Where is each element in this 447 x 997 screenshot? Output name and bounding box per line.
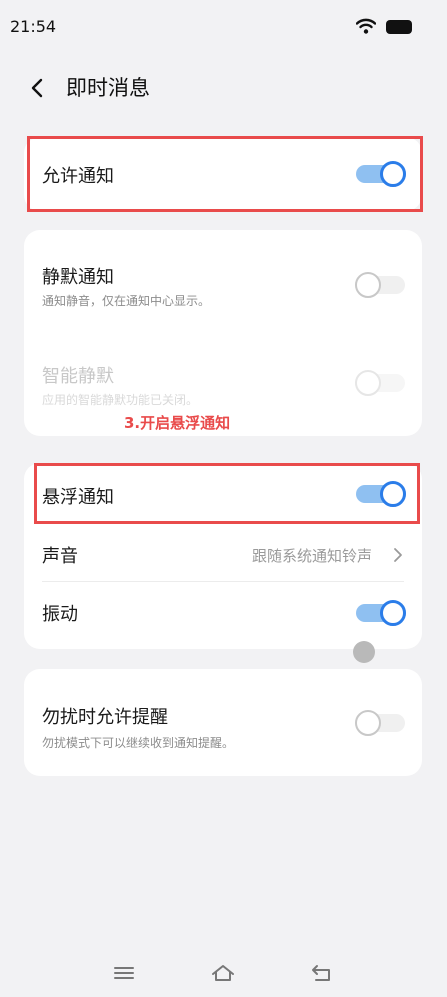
wifi-icon bbox=[356, 18, 376, 34]
silent-notification-label: 静默通知 bbox=[42, 267, 114, 288]
smart-silent-toggle bbox=[355, 370, 405, 396]
page-title: 即时消息 bbox=[66, 76, 150, 100]
step-annotation: 3.开启悬浮通知 bbox=[124, 414, 231, 432]
vibrate-row[interactable]: 振动 bbox=[24, 582, 422, 644]
allow-notification-card: 允许通知 bbox=[24, 137, 422, 211]
silent-notification-toggle[interactable] bbox=[355, 272, 405, 298]
floating-card: 悬浮通知 声音 跟随系统通知铃声 振动 bbox=[24, 463, 422, 649]
dnd-allow-toggle[interactable] bbox=[355, 710, 405, 736]
silent-notification-row[interactable]: 静默通知 通知静音，仅在通知中心显示。 bbox=[24, 230, 422, 330]
allow-notification-row[interactable]: 允许通知 bbox=[24, 137, 422, 211]
floating-notification-label: 悬浮通知 bbox=[42, 487, 114, 508]
battery-icon bbox=[386, 20, 412, 34]
floating-notification-row[interactable]: 悬浮通知 bbox=[24, 463, 422, 523]
smart-silent-desc: 应用的智能静默功能已关闭。 bbox=[42, 393, 199, 407]
chevron-right-icon bbox=[394, 548, 402, 562]
allow-notification-toggle[interactable] bbox=[356, 161, 406, 187]
nav-bar: 即时消息 bbox=[0, 60, 447, 116]
vibrate-label: 振动 bbox=[42, 604, 78, 625]
system-nav-bar bbox=[0, 950, 447, 997]
menu-icon[interactable] bbox=[111, 962, 137, 984]
smart-silent-label: 智能静默 bbox=[42, 366, 114, 387]
dnd-allow-label: 勿扰时允许提醒 bbox=[42, 707, 168, 728]
dnd-card: 勿扰时允许提醒 勿扰模式下可以继续收到通知提醒。 bbox=[24, 669, 422, 776]
sound-value: 跟随系统通知铃声 bbox=[252, 547, 373, 565]
status-time: 21:54 bbox=[10, 17, 57, 36]
sound-row[interactable]: 声音 跟随系统通知铃声 bbox=[24, 523, 422, 581]
home-icon[interactable] bbox=[210, 962, 236, 984]
floating-notification-toggle[interactable] bbox=[356, 481, 406, 507]
dnd-allow-desc: 勿扰模式下可以继续收到通知提醒。 bbox=[42, 736, 235, 750]
return-icon[interactable] bbox=[309, 962, 335, 984]
allow-notification-label: 允许通知 bbox=[42, 166, 114, 187]
status-bar: 21:54 bbox=[0, 0, 447, 56]
vibrate-toggle[interactable] bbox=[356, 600, 406, 626]
back-icon[interactable] bbox=[26, 76, 50, 100]
silent-card: 静默通知 通知静音，仅在通知中心显示。 智能静默 应用的智能静默功能已关闭。 bbox=[24, 230, 422, 436]
touch-indicator bbox=[353, 641, 375, 663]
silent-notification-desc: 通知静音，仅在通知中心显示。 bbox=[42, 294, 211, 308]
dnd-allow-row[interactable]: 勿扰时允许提醒 勿扰模式下可以继续收到通知提醒。 bbox=[24, 669, 422, 776]
sound-label: 声音 bbox=[42, 546, 78, 567]
